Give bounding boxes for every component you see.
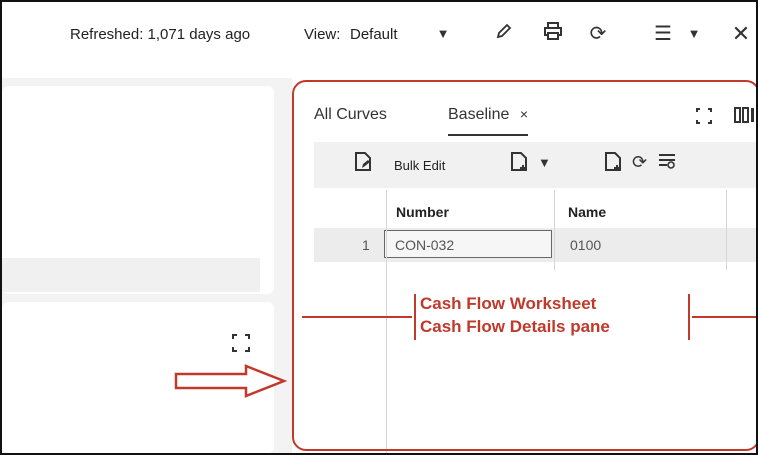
refresh-icon[interactable]: ⟳	[586, 21, 610, 47]
tab-baseline[interactable]: Baseline ×	[448, 106, 529, 136]
annotation-worksheet: Cash Flow Worksheet	[420, 294, 597, 313]
close-icon[interactable]: ✕	[730, 21, 752, 47]
card-footer-strip	[2, 258, 260, 292]
details-toolbar: Bulk Edit ▼ ⟳	[314, 142, 756, 188]
columns-icon[interactable]	[734, 106, 754, 127]
annotation-line-right	[692, 316, 756, 318]
expand-icon[interactable]	[232, 334, 250, 355]
pointer-arrow-icon	[174, 364, 288, 398]
number-cell[interactable]: CON-032	[384, 230, 552, 258]
view-select[interactable]: Default	[350, 26, 398, 43]
annotation-bracket-left	[414, 294, 416, 340]
refreshed-status: Refreshed: 1,071 days ago	[70, 26, 251, 43]
add-document-icon[interactable]	[510, 152, 528, 177]
pencil-icon[interactable]	[493, 21, 515, 47]
column-header-number[interactable]: Number	[396, 204, 449, 220]
new-document-icon[interactable]	[604, 152, 622, 177]
column-divider	[554, 190, 555, 270]
row-index: 1	[362, 237, 370, 253]
menu-chevron-down-icon[interactable]: ▼	[686, 21, 702, 47]
annotation-line-left	[302, 316, 412, 318]
tab-baseline-label: Baseline	[448, 106, 510, 123]
filter-list-icon[interactable]	[658, 152, 676, 175]
column-divider	[386, 190, 387, 453]
bulk-edit-icon[interactable]	[354, 152, 372, 177]
panel-expand-icon[interactable]	[696, 108, 712, 127]
tab-close-icon[interactable]: ×	[520, 106, 528, 122]
annotation-bracket-right	[688, 294, 690, 340]
menu-icon[interactable]: ☰	[652, 21, 674, 47]
header-bar: Refreshed: 1,071 days ago View: Default …	[2, 2, 756, 78]
add-dropdown-chevron-icon[interactable]: ▼	[538, 155, 551, 170]
bulk-edit-button[interactable]: Bulk Edit	[394, 158, 445, 173]
print-icon[interactable]	[541, 21, 565, 47]
annotation-details-pane: Cash Flow Details pane	[420, 317, 610, 336]
table-row[interactable]: 1 CON-032 0100	[314, 228, 756, 262]
details-table: Number Name 1 CON-032 0100	[314, 190, 756, 270]
view-label: View:	[304, 26, 341, 43]
chevron-down-icon[interactable]: ▼	[435, 21, 451, 47]
app-window: Refreshed: 1,071 days ago View: Default …	[0, 0, 758, 455]
column-header-name[interactable]: Name	[568, 204, 606, 220]
name-cell[interactable]: 0100	[570, 237, 601, 253]
worksheet-card-top	[2, 86, 274, 294]
toolbar-refresh-icon[interactable]: ⟳	[632, 152, 647, 173]
column-divider	[726, 190, 727, 270]
tab-all-curves[interactable]: All Curves	[314, 106, 387, 124]
